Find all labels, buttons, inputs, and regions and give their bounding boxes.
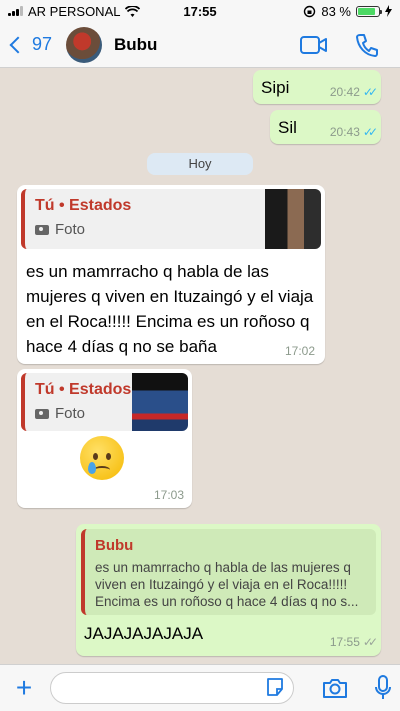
message-time: 17:02 xyxy=(284,344,315,358)
quote-media: Foto xyxy=(35,221,131,238)
carrier-label: AR PERSONAL xyxy=(28,3,121,19)
camera-icon[interactable] xyxy=(322,677,348,699)
message-input[interactable] xyxy=(50,672,294,704)
message-time: 17:03 xyxy=(153,488,184,502)
wifi-icon xyxy=(125,5,141,17)
back-count: 97 xyxy=(32,34,53,54)
quote-media: Foto xyxy=(35,405,131,422)
message-text: Sil xyxy=(278,118,297,137)
message-outgoing[interactable]: Bubu es un mamrracho q habla de las muje… xyxy=(76,524,381,656)
message-incoming[interactable]: Tú • Estados Foto 17:03 xyxy=(17,369,192,508)
battery-icon xyxy=(356,5,382,17)
message-time: 20:42 xyxy=(329,85,360,99)
avatar[interactable] xyxy=(66,26,102,63)
microphone-icon[interactable] xyxy=(374,675,392,701)
message-incoming[interactable]: Tú • Estados Foto es un mamrracho q habl… xyxy=(17,185,325,364)
message-text: Sipi xyxy=(261,78,290,97)
battery-percent: 83 % xyxy=(321,3,351,19)
message-meta: 20:42 ✓✓ xyxy=(329,85,378,99)
video-call-icon[interactable] xyxy=(300,35,328,55)
message-outgoing[interactable]: Sil 20:43 ✓✓ xyxy=(270,110,381,144)
quote-text: es un mamrracho q habla de las mujeres q… xyxy=(95,560,359,609)
camera-icon xyxy=(35,408,49,419)
sticker-icon[interactable] xyxy=(265,677,285,697)
chat-header: 97 Bubu xyxy=(0,22,400,68)
crying-face-emoji xyxy=(80,436,124,480)
charging-bolt-icon xyxy=(385,5,392,17)
delivered-ticks-icon: ✓✓ xyxy=(362,635,378,649)
quote-author: Bubu xyxy=(95,537,134,554)
signal-icon xyxy=(8,6,23,16)
contact-name[interactable]: Bubu xyxy=(114,35,300,55)
read-ticks-icon: ✓✓ xyxy=(362,125,378,139)
quote-media-label: Foto xyxy=(55,405,86,422)
plus-icon[interactable]: + xyxy=(0,672,48,704)
read-ticks-icon: ✓✓ xyxy=(362,85,378,99)
quoted-message[interactable]: Bubu es un mamrracho q habla de las muje… xyxy=(81,529,376,615)
message-time: 17:55 xyxy=(329,635,360,649)
message-text: JAJAJAJAJAJA xyxy=(84,624,204,643)
quote-media-label: Foto xyxy=(55,221,86,238)
back-button[interactable]: 97 xyxy=(0,34,66,55)
composer: + xyxy=(0,664,400,711)
quote-author: Tú • Estados xyxy=(35,197,132,214)
status-thumbnail xyxy=(265,189,321,249)
quoted-status[interactable]: Tú • Estados Foto xyxy=(21,373,188,431)
message-time: 20:43 xyxy=(329,125,360,139)
status-bar: AR PERSONAL 17:55 83 % xyxy=(0,0,400,22)
quoted-status[interactable]: Tú • Estados Foto xyxy=(21,189,321,249)
camera-icon xyxy=(35,224,49,235)
status-time: 17:55 xyxy=(183,3,217,19)
back-chevron-icon xyxy=(9,36,27,53)
message-outgoing[interactable]: Sipi 20:42 ✓✓ xyxy=(253,70,381,104)
status-thumbnail xyxy=(132,373,188,431)
quote-author: Tú • Estados xyxy=(35,381,132,398)
orientation-lock-icon xyxy=(304,5,316,17)
phone-icon[interactable] xyxy=(356,33,378,57)
message-meta: 20:43 ✓✓ xyxy=(329,125,378,139)
message-meta: 17:55 ✓✓ xyxy=(329,635,378,649)
chat-area[interactable]: Sipi 20:42 ✓✓ Sil 20:43 ✓✓ Hoy Tú • Esta… xyxy=(0,68,400,664)
message-text: es un mamrracho q habla de las mujeres q… xyxy=(26,262,314,356)
date-separator: Hoy xyxy=(147,153,253,175)
